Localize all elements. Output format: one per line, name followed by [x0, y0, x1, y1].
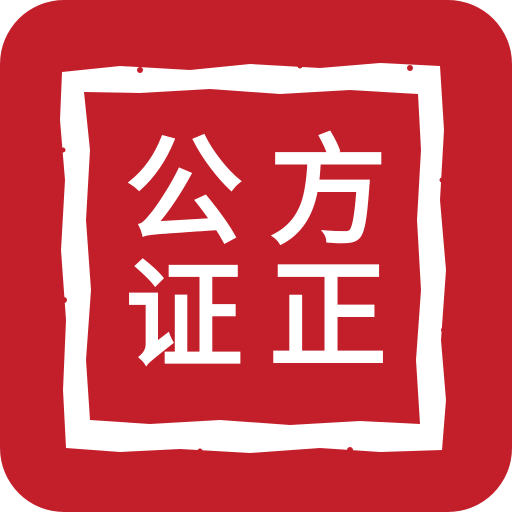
app-icon[interactable]: 公 方 证 正	[0, 0, 512, 512]
seal-character-zheng-certify: 证	[124, 246, 243, 385]
seal-character-fang: 方	[268, 122, 387, 261]
seal-character-zheng-upright: 正	[268, 246, 387, 385]
seal-border-frame	[60, 63, 447, 454]
seal-character-gong: 公	[124, 122, 243, 261]
